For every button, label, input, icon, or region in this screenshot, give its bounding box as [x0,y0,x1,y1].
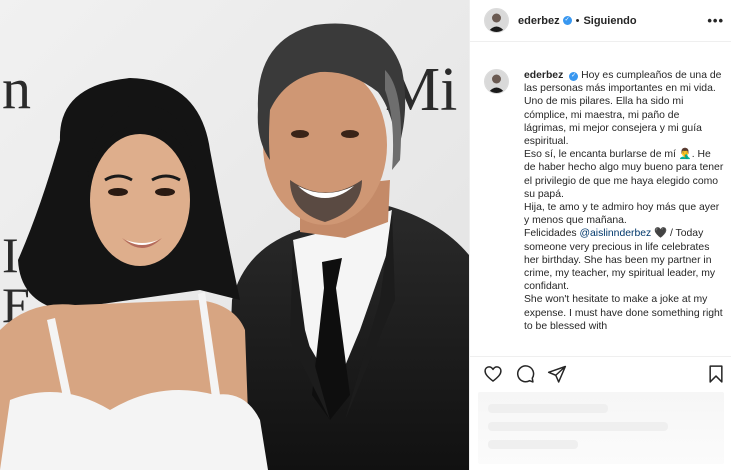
comment-icon[interactable] [515,364,535,384]
separator-dot: • [575,14,580,27]
mention-link[interactable]: @aislinnderbez [579,228,651,239]
avatar[interactable] [484,69,509,94]
blurred-line [488,422,668,431]
caption-text: Felicidades [524,228,577,240]
post-image[interactable]: n Mi I E [0,0,469,470]
backdrop-letter: n [2,56,31,121]
black-heart-emoji: 🖤 [654,228,668,240]
heart-icon[interactable] [483,364,503,384]
caption-text: She won't hesitate to make a joke at my … [524,294,723,332]
blurred-line [488,440,578,449]
post-header: ederbez ✓ • Siguiendo ••• [470,0,731,42]
post-side-panel: ederbez ✓ • Siguiendo ••• ederbez ✓ Hoy … [469,0,731,470]
avatar[interactable] [484,8,509,33]
post-photo-illustration: n Mi I E [0,0,469,470]
caption-text: Hoy es cumpleaños de una de las personas… [524,70,722,148]
caption-scroll-area[interactable]: ederbez ✓ Hoy es cumpleaños de una de la… [470,42,731,355]
verified-badge-icon: ✓ [562,16,572,25]
bookmark-icon[interactable] [706,364,726,384]
send-icon[interactable] [547,364,567,384]
backdrop-letter: I [2,227,19,283]
action-bar [470,356,731,391]
blurred-line [488,404,608,413]
username-link[interactable]: ederbez [518,15,560,27]
blurred-likes-area [478,392,724,464]
more-options-icon[interactable]: ••• [707,13,724,28]
caption-text: Hija, te amo y te admiro hoy más que aye… [524,202,720,227]
post-caption: ederbez ✓ Hoy es cumpleaños de una de la… [524,69,724,333]
verified-badge-icon: ✓ [569,72,579,81]
caption-username-link[interactable]: ederbez [524,70,563,81]
following-button[interactable]: Siguiendo [583,15,636,27]
avatar-image [485,9,508,32]
avatar-image [485,70,508,93]
caption-text: Eso sí, le encanta burlarse de mí 🤦‍♂️. … [524,149,724,200]
